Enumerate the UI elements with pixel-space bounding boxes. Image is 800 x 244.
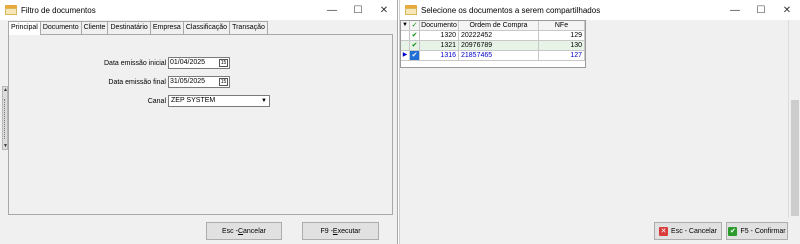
header-indicator[interactable]: ▼ [401,21,410,31]
cell-ordem-compra: 21857465 [459,51,539,61]
row-data-inicial: Data emissão inicial 01/04/2025 15 [104,57,230,69]
tab-documento[interactable]: Documento [39,21,82,34]
window-title: Filtro de documentos [21,5,96,15]
calendar-icon[interactable]: 15 [219,59,228,67]
row-data-final: Data emissão final 31/05/2025 15 [104,76,230,88]
close-button[interactable]: ✕ [774,0,800,20]
header-check-icon[interactable]: ✓ [410,21,420,31]
cancel-icon: ✕ [659,226,669,236]
tab-destinatario[interactable]: Destinatário [107,21,151,34]
cancel-button-label: Esc - Cancelar [671,227,717,235]
vertical-scrollbar[interactable] [788,20,800,218]
filter-window-titlebar[interactable]: Filtro de documentos — ☐ ✕ [0,0,397,20]
window-title: Selecione os documentos a serem comparti… [421,5,601,15]
check-icon[interactable]: ✔ [410,31,420,41]
app-icon [405,5,417,15]
row-pointer-icon: ▶ [401,51,410,61]
cell-documento: 1321 [420,41,459,51]
confirm-button[interactable]: ✔ F5 - Confirmar [726,222,788,240]
cell-nfe: 129 [539,31,585,41]
data-inicial-input[interactable]: 01/04/2025 15 [168,57,230,69]
maximize-button[interactable]: ☐ [748,0,774,20]
grip-icon [4,99,6,139]
execute-button-prefix: F9 - [320,227,333,235]
tab-classificacao[interactable]: Classificação [182,21,231,34]
canal-value: ZEP SYSTEM [171,97,216,104]
cell-documento: 1316 [420,51,459,61]
cell-documento: 1320 [420,31,459,41]
data-final-input[interactable]: 31/05/2025 15 [168,76,230,88]
cell-ordem-compra: 20222452 [459,31,539,41]
row-indicator [401,31,410,41]
cell-nfe: 130 [539,41,585,51]
minimize-icon: — [730,4,740,16]
maximize-button[interactable]: ☐ [345,0,371,20]
calendar-icon[interactable]: 15 [219,78,228,86]
tab-transacao[interactable]: Transação [229,21,268,34]
filter-window: Filtro de documentos — ☐ ✕ Principal Doc… [0,0,398,244]
tab-principal[interactable]: Principal [8,21,41,35]
data-inicial-label: Data emissão inicial [104,59,167,67]
header-documento[interactable]: Documento [420,21,459,31]
cancel-button[interactable]: Esc - C ancelar [206,222,282,240]
close-icon: ✕ [782,4,792,16]
arrow-up-icon: ▲ [3,87,8,93]
cancel-button[interactable]: ✕ Esc - Cancelar [654,222,722,240]
close-icon: ✕ [379,4,389,16]
grid-header: ▼ ✓ Documento Ordem de Compra NFe [401,21,585,31]
canal-label: Canal [147,97,166,105]
confirm-icon: ✔ [728,226,738,236]
minimize-icon: — [327,4,337,16]
side-splitter-handle[interactable]: ▲ ▼ [2,86,8,150]
execute-button[interactable]: F9 - E xecutar [302,222,379,240]
confirm-button-label: F5 - Confirmar [740,227,786,235]
app-icon [5,5,17,15]
table-row[interactable]: ✔ 1321 20976789 130 [401,41,585,51]
row-canal: Canal ZEP SYSTEM ▼ [104,95,270,107]
header-nfe[interactable]: NFe [539,21,585,31]
check-icon[interactable]: ✔ [410,41,420,51]
maximize-icon: ☐ [756,4,766,16]
scrollbar-thumb[interactable] [791,100,799,216]
minimize-button[interactable]: — [722,0,748,20]
data-final-value: 31/05/2025 [170,78,206,85]
tab-empresa[interactable]: Empresa [149,21,184,34]
check-icon[interactable]: ✔ [410,51,420,61]
documents-grid[interactable]: ▼ ✓ Documento Ordem de Compra NFe ✔ 1320… [400,20,586,68]
close-button[interactable]: ✕ [371,0,397,20]
data-inicial-value: 01/04/2025 [170,59,206,66]
maximize-icon: ☐ [353,4,363,16]
tab-cliente[interactable]: Cliente [80,21,109,34]
table-row[interactable]: ▶ ✔ 1316 21857465 127 [401,51,585,61]
cell-ordem-compra: 20976789 [459,41,539,51]
execute-button-rest: xecutar [337,227,361,235]
select-window-titlebar[interactable]: Selecione os documentos a serem comparti… [400,0,800,20]
filter-tabs: Principal Documento Cliente Destinatário… [8,21,268,35]
arrow-down-icon: ▼ [3,143,8,149]
cancel-button-rest: ancelar [243,227,266,235]
data-final-label: Data emissão final [108,78,166,86]
row-indicator [401,41,410,51]
select-documents-window: Selecione os documentos a serem comparti… [399,0,800,244]
cancel-button-prefix: Esc - [222,227,238,235]
canal-select[interactable]: ZEP SYSTEM ▼ [168,95,270,107]
header-ordem-compra[interactable]: Ordem de Compra [459,21,539,31]
table-row[interactable]: ✔ 1320 20222452 129 [401,31,585,41]
cell-nfe: 127 [539,51,585,61]
chevron-down-icon[interactable]: ▼ [259,96,269,106]
minimize-button[interactable]: — [319,0,345,20]
